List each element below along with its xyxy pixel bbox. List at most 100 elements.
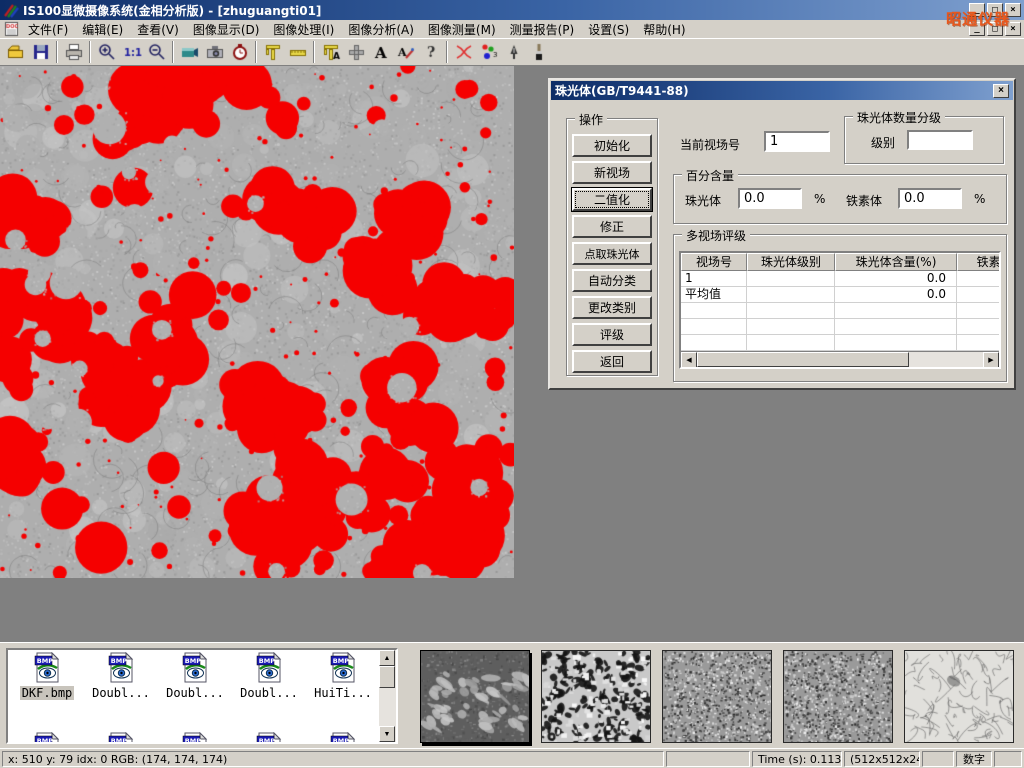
thumb-2[interactable]: [541, 650, 651, 743]
op-new-field-button[interactable]: 新视场: [572, 161, 652, 184]
column-header[interactable]: 珠光体含量(%): [835, 253, 957, 271]
help-button[interactable]: [418, 40, 443, 64]
table-row[interactable]: [681, 335, 1001, 351]
menu-item-image-display[interactable]: 图像显示(D): [186, 20, 267, 39]
grade-input[interactable]: [907, 130, 973, 150]
thumb-1[interactable]: [420, 650, 530, 743]
op-init-button[interactable]: 初始化: [572, 134, 652, 157]
zoom-out-button[interactable]: [144, 40, 169, 64]
pen-tool-icon: [504, 42, 524, 62]
menu-item-image-analysis[interactable]: 图像分析(A): [341, 20, 421, 39]
multiview-header: 视场号珠光体级别珠光体含量(%)铁素体含量(%): [681, 253, 1001, 271]
file-item[interactable]: BMP: [306, 732, 380, 744]
op-change-class-button[interactable]: 更改类别: [572, 296, 652, 319]
menu-item-edit[interactable]: 编辑(E): [75, 20, 130, 39]
grading-group: 珠光体数量分级 级别: [844, 116, 1004, 164]
open-folder-button[interactable]: [3, 40, 28, 64]
curve-tool-button[interactable]: [451, 40, 476, 64]
table-row[interactable]: [681, 303, 1001, 319]
file-item[interactable]: BMP: [84, 732, 158, 744]
column-header[interactable]: 视场号: [681, 253, 747, 271]
caliper-button[interactable]: [260, 40, 285, 64]
thumb-4[interactable]: [783, 650, 893, 743]
ferrite-percent-input[interactable]: [898, 188, 962, 209]
op-pick-pearlite-button[interactable]: 点取珠光体: [572, 242, 652, 265]
table-row[interactable]: 10.0: [681, 271, 1001, 287]
op-auto-classify-button[interactable]: 自动分类: [572, 269, 652, 292]
print-button[interactable]: [61, 40, 86, 64]
file-item[interactable]: BMPDKF.bmp: [10, 652, 84, 700]
file-item[interactable]: BMP: [232, 732, 306, 744]
save-button[interactable]: [28, 40, 53, 64]
file-item[interactable]: BMPHuiTi...: [306, 652, 380, 700]
table-row[interactable]: [681, 319, 1001, 335]
vscroll-thumb[interactable]: [379, 666, 395, 688]
thumb-5[interactable]: [904, 650, 1014, 743]
menu-item-image-measure[interactable]: 图像测量(M): [421, 20, 503, 39]
actual-size-button[interactable]: [119, 40, 144, 64]
save-icon: [31, 42, 51, 62]
menu-item-file[interactable]: 文件(F): [21, 20, 75, 39]
annotate-button[interactable]: [393, 40, 418, 64]
op-correct-button[interactable]: 修正: [572, 215, 652, 238]
curve-tool-icon: [454, 42, 474, 62]
mdi-client-area: 珠光体(GB/T9441-88) × 操作 初始化新视场二值化修正点取珠光体自动…: [0, 66, 1024, 642]
scroll-right-icon[interactable]: ▶: [983, 352, 999, 368]
scroll-up-icon[interactable]: ▲: [379, 650, 395, 666]
hscroll-track[interactable]: [909, 352, 983, 367]
file-vscrollbar[interactable]: ▲ ▼: [379, 650, 396, 742]
op-rate-button[interactable]: 评级: [572, 323, 652, 346]
menu-item-measure-report[interactable]: 测量报告(P): [503, 20, 582, 39]
menu-item-settings[interactable]: 设置(S): [581, 20, 636, 39]
scroll-left-icon[interactable]: ◀: [681, 352, 697, 368]
file-item[interactable]: BMPDoubl...: [158, 652, 232, 700]
menu-item-image-process[interactable]: 图像处理(I): [266, 20, 341, 39]
table-hscrollbar[interactable]: ◀ ▶: [681, 351, 999, 367]
bmp-file-icon: BMP: [34, 652, 61, 686]
menu-item-help[interactable]: 帮助(H): [636, 20, 692, 39]
hscroll-thumb[interactable]: [697, 352, 909, 367]
op-binarize-button[interactable]: 二值化: [572, 188, 652, 211]
file-item[interactable]: BMPDoubl...: [84, 652, 158, 700]
dialog-close-button[interactable]: ×: [993, 84, 1009, 98]
pearlite-dialog: 珠光体(GB/T9441-88) × 操作 初始化新视场二值化修正点取珠光体自动…: [548, 78, 1016, 390]
file-name: Doubl...: [90, 686, 152, 700]
table-cell: [747, 271, 835, 287]
file-item[interactable]: BMP: [10, 732, 84, 744]
camera-button[interactable]: [202, 40, 227, 64]
video-camera-icon: [180, 42, 200, 62]
bmp-file-icon: BMP: [256, 652, 283, 686]
text-icon: [371, 42, 391, 62]
ferrite-unit: %: [974, 192, 985, 206]
document-icon[interactable]: [3, 21, 21, 37]
svg-text:BMP: BMP: [36, 737, 52, 744]
brush-tool-button[interactable]: [526, 40, 551, 64]
scroll-down-icon[interactable]: ▼: [379, 726, 395, 742]
column-header[interactable]: 铁素体含量(%): [957, 253, 1001, 271]
current-field-input[interactable]: [764, 131, 830, 152]
count-points-button[interactable]: [476, 40, 501, 64]
status-bar: x: 510 y: 79 idx: 0 RGB: (174, 174, 174)…: [0, 748, 1024, 768]
merge-button[interactable]: [343, 40, 368, 64]
vscroll-track[interactable]: [379, 688, 396, 726]
table-cell: [747, 319, 835, 335]
thumb-3[interactable]: [662, 650, 772, 743]
caliper-text-button[interactable]: [318, 40, 343, 64]
metallographic-image[interactable]: [0, 66, 514, 578]
ruler-button[interactable]: [285, 40, 310, 64]
dialog-title-bar[interactable]: 珠光体(GB/T9441-88) ×: [551, 81, 1013, 100]
table-row[interactable]: 平均值0.0: [681, 287, 1001, 303]
op-return-button[interactable]: 返回: [572, 350, 652, 373]
column-header[interactable]: 珠光体级别: [747, 253, 835, 271]
file-item[interactable]: BMP: [158, 732, 232, 744]
pearlite-percent-input[interactable]: [738, 188, 802, 209]
pen-tool-button[interactable]: [501, 40, 526, 64]
zoom-in-button[interactable]: [94, 40, 119, 64]
timer-button[interactable]: [227, 40, 252, 64]
file-item[interactable]: BMPDoubl...: [232, 652, 306, 700]
video-camera-button[interactable]: [177, 40, 202, 64]
camera-icon: [205, 42, 225, 62]
percent-group-label: 百分含量: [682, 167, 738, 184]
menu-item-view[interactable]: 查看(V): [130, 20, 186, 39]
text-button[interactable]: [368, 40, 393, 64]
